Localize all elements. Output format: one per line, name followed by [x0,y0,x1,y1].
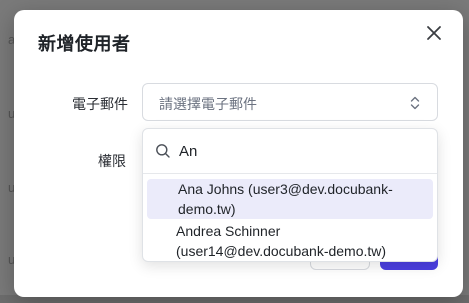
permission-label: 權限 [98,153,126,169]
dropdown-option[interactable]: Andrea Schinner (user14@dev.docubank-dem… [147,221,433,261]
modal-title: 新增使用者 [38,34,131,54]
option-text-line1: Ana Johns (user3@dev.docubank- [178,181,393,197]
option-text-line2: (user14@dev.docubank-demo.tw) [176,243,387,259]
chevron-up-down-icon [409,95,421,111]
email-select[interactable]: 請選擇電子郵件 [142,83,438,121]
option-text-line2: demo.tw) [178,201,236,217]
add-user-modal: 新增使用者 電子郵件 請選擇電子郵件 權限 An Ana Johns (user… [14,10,463,297]
option-text-line1: Andrea Schinner [176,223,281,239]
search-input[interactable] [179,140,419,162]
email-label: 電子郵件 [72,96,128,112]
dropdown-option[interactable]: Ana Johns (user3@dev.docubank- demo.tw) [147,179,433,219]
close-button[interactable] [423,22,445,44]
search-icon [155,143,171,159]
email-select-placeholder: 請選擇電子郵件 [159,96,257,112]
close-icon [427,26,441,40]
dropdown-search [143,129,437,174]
email-dropdown: Ana Johns (user3@dev.docubank- demo.tw) … [142,128,438,262]
